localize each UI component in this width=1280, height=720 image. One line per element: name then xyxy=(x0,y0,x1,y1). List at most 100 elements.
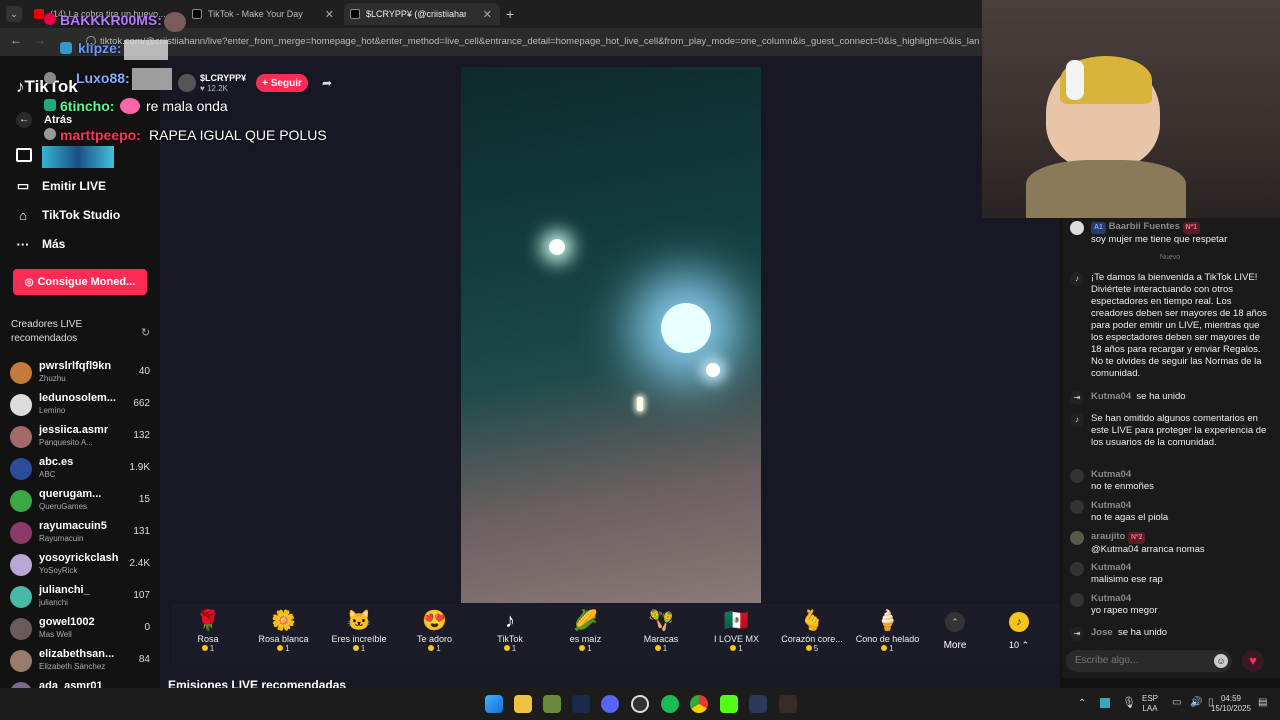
host-avatar[interactable] xyxy=(178,74,196,92)
close-icon[interactable]: ✕ xyxy=(483,8,492,21)
steam-icon[interactable] xyxy=(749,695,767,713)
tray-chevron-icon[interactable]: ⌃ xyxy=(1078,698,1086,709)
overlay-avatar xyxy=(44,72,56,84)
viewer-count: 107 xyxy=(133,590,150,601)
creator-nickname: Lemino xyxy=(39,406,66,415)
live-video[interactable] xyxy=(461,67,761,603)
live-icon[interactable] xyxy=(16,148,32,162)
kick-icon[interactable] xyxy=(720,695,738,713)
creator-item[interactable]: rayumacuin5 Rayumacuin 131 xyxy=(10,520,155,550)
sidebar-item-tiktok-studio[interactable]: ⌂ TikTok Studio xyxy=(16,205,120,225)
light-glow xyxy=(661,303,711,353)
creator-item[interactable]: ledunosolem... Lemino 662 xyxy=(10,392,155,422)
overlay-emote xyxy=(124,40,168,60)
creator-item[interactable]: yosoyrickclash YoSoyRick 2.4K xyxy=(10,552,155,582)
gifts-more-button[interactable]: ⌃ More xyxy=(938,612,972,651)
obs-icon[interactable] xyxy=(631,695,649,713)
join-icon: ⇥ xyxy=(1070,627,1084,641)
creator-name: ledunosolem... xyxy=(39,392,117,404)
sidebar-item-emitir-live[interactable]: ▭ Emitir LIVE xyxy=(16,176,106,196)
notification-icon[interactable]: ▤ xyxy=(1258,697,1267,708)
heart-button[interactable]: ♥ xyxy=(1242,650,1264,672)
language-indicator[interactable]: ESP LAA xyxy=(1142,694,1158,714)
chrome-icon[interactable] xyxy=(690,695,708,713)
gift-item[interactable]: 🌼 Rosa blanca 1 xyxy=(247,608,321,653)
overlay-emote xyxy=(164,12,186,32)
microphone-icon[interactable]: 🎙 xyxy=(1122,696,1136,709)
back-arrow-icon[interactable]: ← xyxy=(10,33,22,47)
close-icon[interactable]: ✕ xyxy=(325,8,334,21)
overlay-user: klipze: xyxy=(78,40,122,56)
tab-label: TikTok - Make Your Day xyxy=(208,9,303,19)
follow-button[interactable]: + Seguir xyxy=(256,74,308,92)
url-field[interactable]: tiktok.com/@criistiiahann/live?enter_fro… xyxy=(100,33,980,51)
discord-icon[interactable] xyxy=(601,695,619,713)
windows-start-icon[interactable] xyxy=(485,695,503,713)
network-icon[interactable]: ▭ xyxy=(1172,697,1181,708)
viewer-count: 0 xyxy=(144,622,150,633)
creator-name: rayumacuin5 xyxy=(39,520,107,532)
creator-nickname: Mas Well xyxy=(39,630,72,639)
tray-app-icon[interactable] xyxy=(1100,698,1110,708)
tiktok-icon: ♪ xyxy=(1070,413,1084,427)
gift-item[interactable]: 🌹 Rosa 1 xyxy=(171,608,245,653)
share-icon[interactable]: ➦ xyxy=(322,76,332,90)
tab-list-button[interactable]: ⌄ xyxy=(6,6,22,22)
gift-item[interactable]: 🇲🇽 I LOVE MX 1 xyxy=(700,608,774,653)
spotify-icon[interactable] xyxy=(661,695,679,713)
coin-balance[interactable]: ♪ 10 ⌃ xyxy=(1002,612,1036,651)
creator-item[interactable]: elizabethsan... Elizabeth Sánchez 84 xyxy=(10,648,155,678)
creator-item[interactable]: jessiica.asmr Panquesito A... 132 xyxy=(10,424,155,454)
avatar xyxy=(10,490,32,512)
gift-item[interactable]: 🌽 es maíz 1 xyxy=(549,608,623,653)
tiktok-icon xyxy=(192,9,202,19)
creator-item[interactable]: gowel1002 Mas Well 0 xyxy=(10,616,155,646)
avatar xyxy=(10,554,32,576)
creator-name: querugam... xyxy=(39,488,102,500)
forward-arrow-icon[interactable]: → xyxy=(34,33,46,47)
creator-nickname: QueruGames xyxy=(39,502,88,511)
chat-message: Kutma04 yo rapeo megor xyxy=(1070,593,1270,617)
coin-icon xyxy=(654,645,661,651)
volume-icon[interactable]: 🔊 xyxy=(1190,697,1202,708)
tab-tiktok-home[interactable]: TikTok - Make Your Day ✕ xyxy=(186,3,342,25)
new-tab-button[interactable]: + xyxy=(506,6,514,22)
creator-item[interactable]: pwrslrlfqfl9kn Zhuzhu 40 xyxy=(10,360,155,390)
gift-icon: 🪇 xyxy=(648,610,674,632)
gift-icon: 🇲🇽 xyxy=(724,610,749,632)
file-explorer-icon[interactable] xyxy=(514,695,532,713)
tab-tiktok-live[interactable]: $LCRYPP¥ (@criistiiahann) ... ✕ xyxy=(344,3,500,25)
creator-item[interactable]: abc.es ABC 1.9K xyxy=(10,456,155,486)
creator-item[interactable]: querugam... QueruGames 15 xyxy=(10,488,155,518)
gift-item[interactable]: 🐱 Eres increíble 1 xyxy=(322,608,396,653)
avatar xyxy=(10,426,32,448)
gift-item[interactable]: ♪ TikTok 1 xyxy=(473,608,547,653)
app-icon[interactable] xyxy=(779,695,797,713)
webcam-overlay xyxy=(982,0,1280,218)
app-icon[interactable] xyxy=(543,695,561,713)
refresh-icon[interactable]: ↻ xyxy=(141,326,150,339)
gift-item[interactable]: 🫰 Corazón core... 5 xyxy=(775,608,849,653)
gift-cost: 1 xyxy=(700,644,774,653)
chat-input[interactable] xyxy=(1066,650,1232,672)
avatar xyxy=(1070,593,1084,607)
steam-icon[interactable] xyxy=(572,695,590,713)
gift-name: I LOVE MX xyxy=(713,634,759,644)
gift-cost: 5 xyxy=(775,644,849,653)
gift-item[interactable]: 😍 Te adoro 1 xyxy=(398,608,472,653)
chat-message: Kutma04 no te enmoñes xyxy=(1070,469,1270,493)
overlay-message: re mala onda xyxy=(146,98,228,114)
viewer-count: 40 xyxy=(138,366,150,377)
gift-item[interactable]: 🍦 Cono de helado 1 xyxy=(851,608,925,653)
coin-icon xyxy=(730,645,737,651)
overlay-user: BAKKKR00MS: xyxy=(60,12,162,28)
overlay-emote xyxy=(132,68,172,90)
system-message: ♪ Se han omitido algunos comentarios en … xyxy=(1070,413,1270,449)
emoji-icon[interactable]: ☺ xyxy=(1214,654,1228,668)
sidebar-item-mas[interactable]: ··· Más xyxy=(16,234,66,254)
creator-item[interactable]: julianchi_ julianchi 107 xyxy=(10,584,155,614)
get-coins-button[interactable]: ◎ Consigue Moned... xyxy=(13,269,147,295)
host-name[interactable]: $LCRYPP¥ xyxy=(200,73,246,83)
clock[interactable]: 04:59 15/10/2025 xyxy=(1206,694,1256,714)
gift-item[interactable]: 🪇 Maracas 1 xyxy=(624,608,698,653)
